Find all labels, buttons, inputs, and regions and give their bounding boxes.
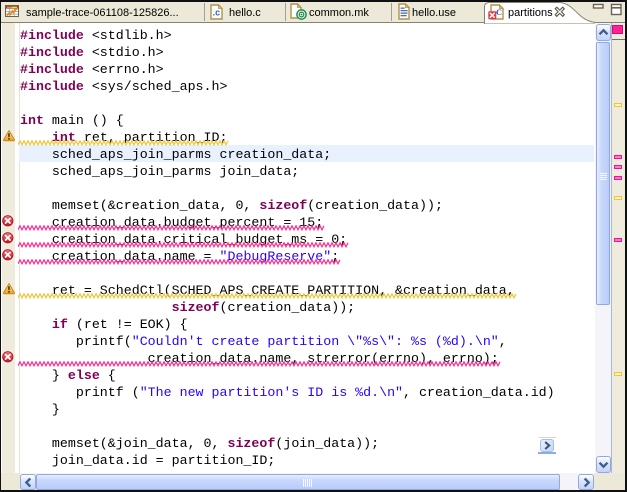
svg-text:.c: .c [213,8,221,18]
